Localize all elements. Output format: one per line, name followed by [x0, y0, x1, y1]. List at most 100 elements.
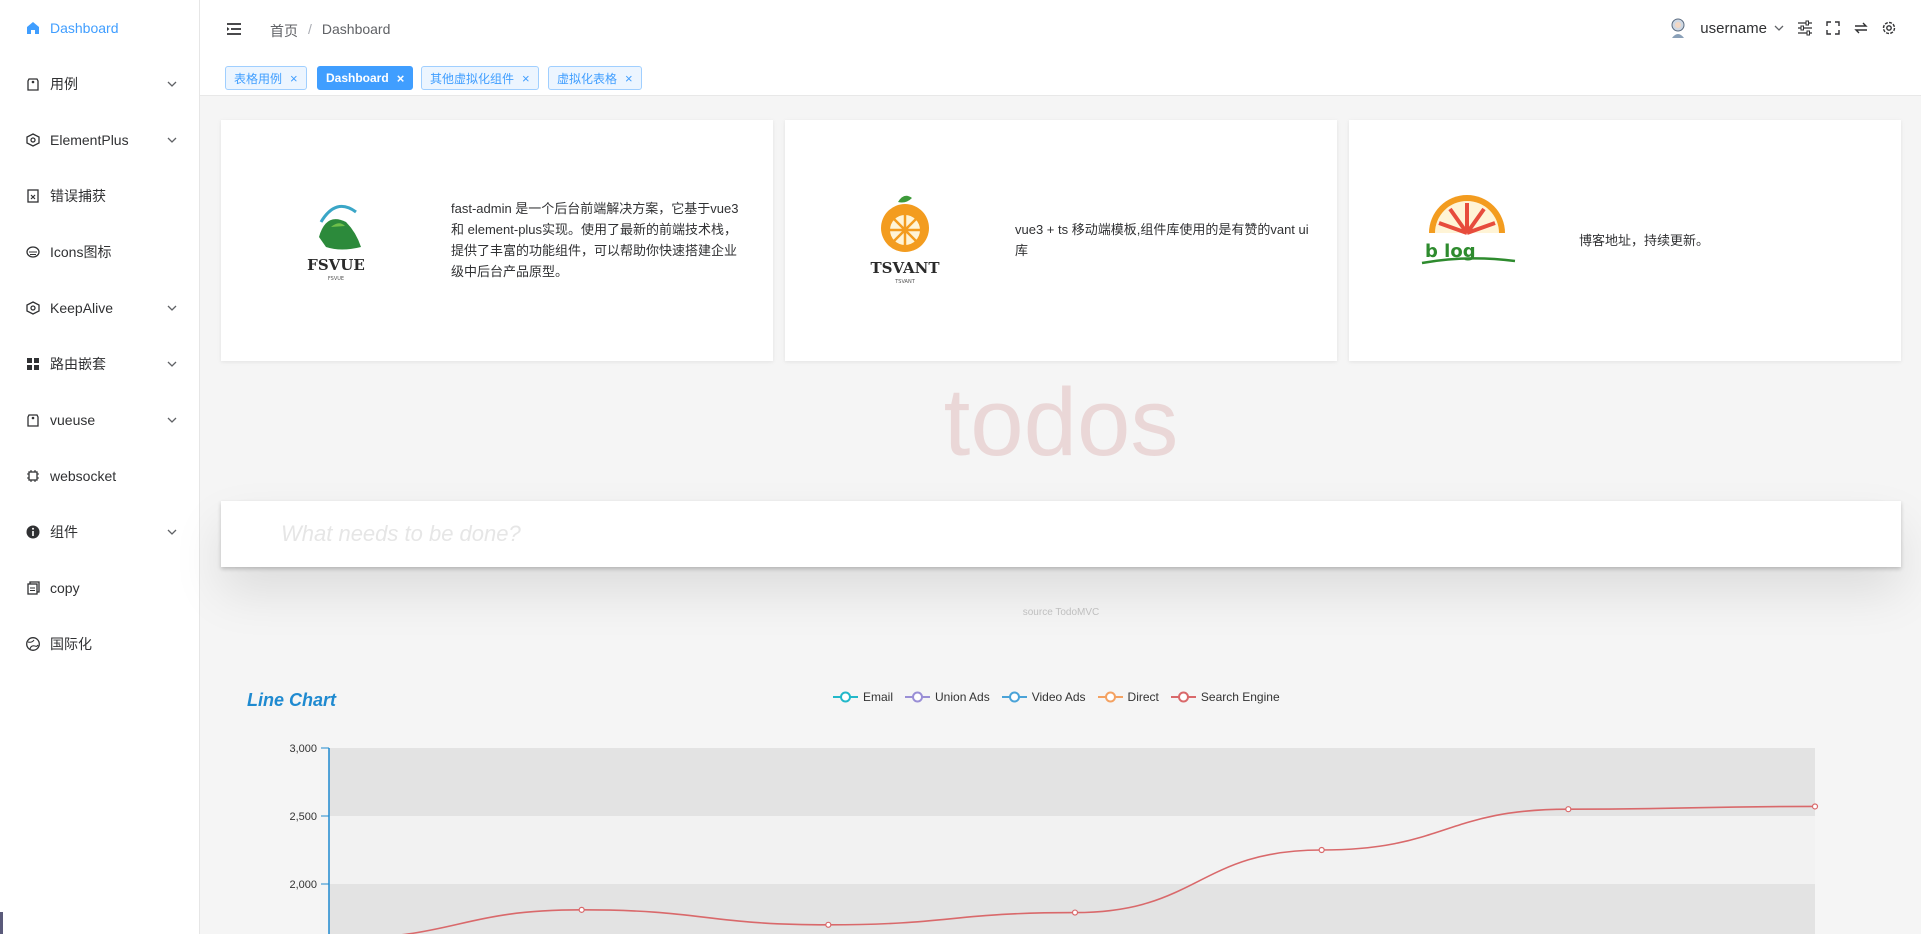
tag-virtual-table[interactable]: 虚拟化表格 ×	[548, 66, 642, 90]
avatar[interactable]	[1668, 16, 1688, 40]
close-icon[interactable]: ×	[397, 72, 405, 85]
project-card-blog[interactable]: b log 博客地址，持续更新。	[1349, 120, 1901, 361]
document-x-icon	[24, 187, 42, 205]
project-card-fsvue[interactable]: FSVUE FSVUE fast-admin 是一个后台前端解决方案，它基于vu…	[221, 120, 773, 361]
new-todo-input[interactable]	[221, 501, 1901, 567]
sidebar-item-label: vueuse	[50, 412, 96, 428]
todos-title: todos	[943, 369, 1179, 476]
legend-label: Search Engine	[1200, 690, 1280, 704]
line-chart: 3,000 2,500 2,000	[289, 743, 1819, 934]
chevron-down-icon	[167, 137, 177, 143]
globe-icon	[24, 635, 42, 653]
legend-item-video-ads[interactable]: Video Ads	[1001, 690, 1086, 704]
legend-line-marker	[905, 691, 931, 703]
legend-label: Union Ads	[935, 690, 990, 704]
tag-icon	[24, 411, 42, 429]
grid-band	[329, 748, 1815, 816]
sidebar-item-error-capture[interactable]: 错误捕获	[0, 168, 199, 224]
tag-dashboard[interactable]: Dashboard ×	[317, 66, 414, 90]
sidebar-item-icons[interactable]: Icons图标	[0, 224, 199, 280]
grid-icon	[24, 355, 42, 373]
breadcrumb-home[interactable]: 首页	[270, 21, 298, 41]
user-area: username	[1668, 16, 1897, 40]
sidebar-item-label: 错误捕获	[50, 188, 106, 204]
tag-icon	[24, 75, 42, 93]
user-dropdown[interactable]: username	[1700, 20, 1785, 37]
legend-item-email[interactable]: Email	[833, 690, 893, 704]
sidebar-resize-handle[interactable]	[0, 912, 3, 934]
grid-band	[329, 816, 1815, 884]
sidebar-item-label: copy	[50, 580, 80, 596]
fsvue-logo-subtext: FSVUE	[328, 276, 344, 282]
cloud-icon	[24, 243, 42, 261]
tag-label: 表格用例	[234, 71, 283, 86]
legend-item-direct[interactable]: Direct	[1097, 690, 1159, 704]
y-tick-label: 3,000	[289, 743, 317, 755]
close-icon[interactable]: ×	[522, 72, 530, 85]
chevron-down-icon	[167, 305, 177, 311]
sidebar-item-i18n[interactable]: 国际化	[0, 616, 199, 672]
legend-line-marker	[1097, 691, 1123, 703]
project-card-tsvant[interactable]: TSVANT TSVANT vue3 + ts 移动端模板,组件库使用的是有赞的…	[785, 120, 1337, 361]
sidebar-item-nested-routes[interactable]: 路由嵌套	[0, 336, 199, 392]
card-description: fast-admin 是一个后台前端解决方案，它基于vue3 和 element…	[451, 201, 739, 279]
sidebar-item-label: Dashboard	[50, 20, 119, 36]
card-description: 博客地址，持续更新。	[1579, 233, 1710, 248]
header: 首页 / Dashboard username	[200, 0, 1921, 58]
settings-sliders-icon[interactable]	[1797, 20, 1813, 36]
legend-label: Video Ads	[1031, 690, 1086, 704]
data-point[interactable]	[1565, 806, 1572, 813]
sidebar-item-label: KeepAlive	[50, 300, 114, 316]
legend-item-search-engine[interactable]: Search Engine	[1170, 690, 1280, 704]
sidebar-item-websocket[interactable]: websocket	[0, 448, 199, 504]
legend-item-union-ads[interactable]: Union Ads	[905, 690, 990, 704]
data-point[interactable]	[578, 906, 585, 913]
sidebar-item-vueuse[interactable]: vueuse	[0, 392, 199, 448]
sidebar-item-label: 国际化	[50, 636, 92, 652]
sidebar-item-keepalive[interactable]: KeepAlive	[0, 280, 199, 336]
sidebar-item-label: Icons图标	[50, 244, 112, 260]
breadcrumb-current: Dashboard	[321, 21, 391, 37]
sidebar-item-dashboard[interactable]: Dashboard	[0, 0, 199, 56]
tsvant-logo-text: TSVANT	[871, 259, 941, 277]
close-icon[interactable]: ×	[625, 72, 633, 85]
sidebar: Dashboard 用例 ElementPlus 错误捕获 Icons图标 Ke…	[0, 0, 200, 934]
legend-line-marker	[1170, 691, 1196, 703]
tags-view: 表格用例 × Dashboard × 其他虚拟化组件 × 虚拟化表格 ×	[200, 58, 1921, 96]
sidebar-item-copy[interactable]: copy	[0, 560, 199, 616]
fullscreen-icon[interactable]	[1825, 20, 1841, 36]
sidebar-item-elementplus[interactable]: ElementPlus	[0, 112, 199, 168]
switch-icon[interactable]	[1853, 20, 1869, 36]
chip-icon	[24, 467, 42, 485]
tag-table-usecase[interactable]: 表格用例 ×	[225, 66, 307, 90]
data-point[interactable]	[1811, 803, 1819, 810]
legend-line-marker	[833, 691, 858, 703]
sidebar-item-label: 路由嵌套	[50, 356, 106, 372]
data-point[interactable]	[1071, 909, 1079, 916]
element-icon	[24, 299, 42, 317]
data-point[interactable]	[1318, 846, 1325, 854]
chart-legend: Email Union Ads Video Ads Direct Search …	[833, 690, 1280, 704]
sidebar-item-usecase[interactable]: 用例	[0, 56, 199, 112]
sidebar-item-label: websocket	[50, 468, 117, 484]
chevron-down-icon	[1774, 25, 1784, 31]
data-point[interactable]	[825, 921, 832, 928]
chevron-down-icon	[167, 417, 177, 423]
tag-label: 虚拟化表格	[557, 71, 618, 86]
gear-icon[interactable]	[1881, 20, 1897, 36]
sidebar-item-label: 组件	[50, 524, 78, 540]
breadcrumb: 首页 / Dashboard	[270, 21, 390, 41]
tag-label: 其他虚拟化组件	[430, 71, 515, 86]
sidebar-item-components[interactable]: 组件	[0, 504, 199, 560]
home-icon	[24, 19, 42, 37]
element-icon	[24, 131, 42, 149]
y-tick-label: 2,000	[289, 879, 317, 891]
chevron-down-icon	[167, 81, 177, 87]
close-icon[interactable]: ×	[290, 72, 298, 85]
menu-fold-icon[interactable]	[226, 21, 242, 37]
tag-label: Dashboard	[326, 71, 389, 85]
fsvue-logo-text: FSVUE	[307, 256, 365, 274]
tag-other-virtual-components[interactable]: 其他虚拟化组件 ×	[421, 66, 539, 90]
copy-icon	[24, 579, 42, 597]
chart-title: Line Chart	[247, 690, 337, 710]
